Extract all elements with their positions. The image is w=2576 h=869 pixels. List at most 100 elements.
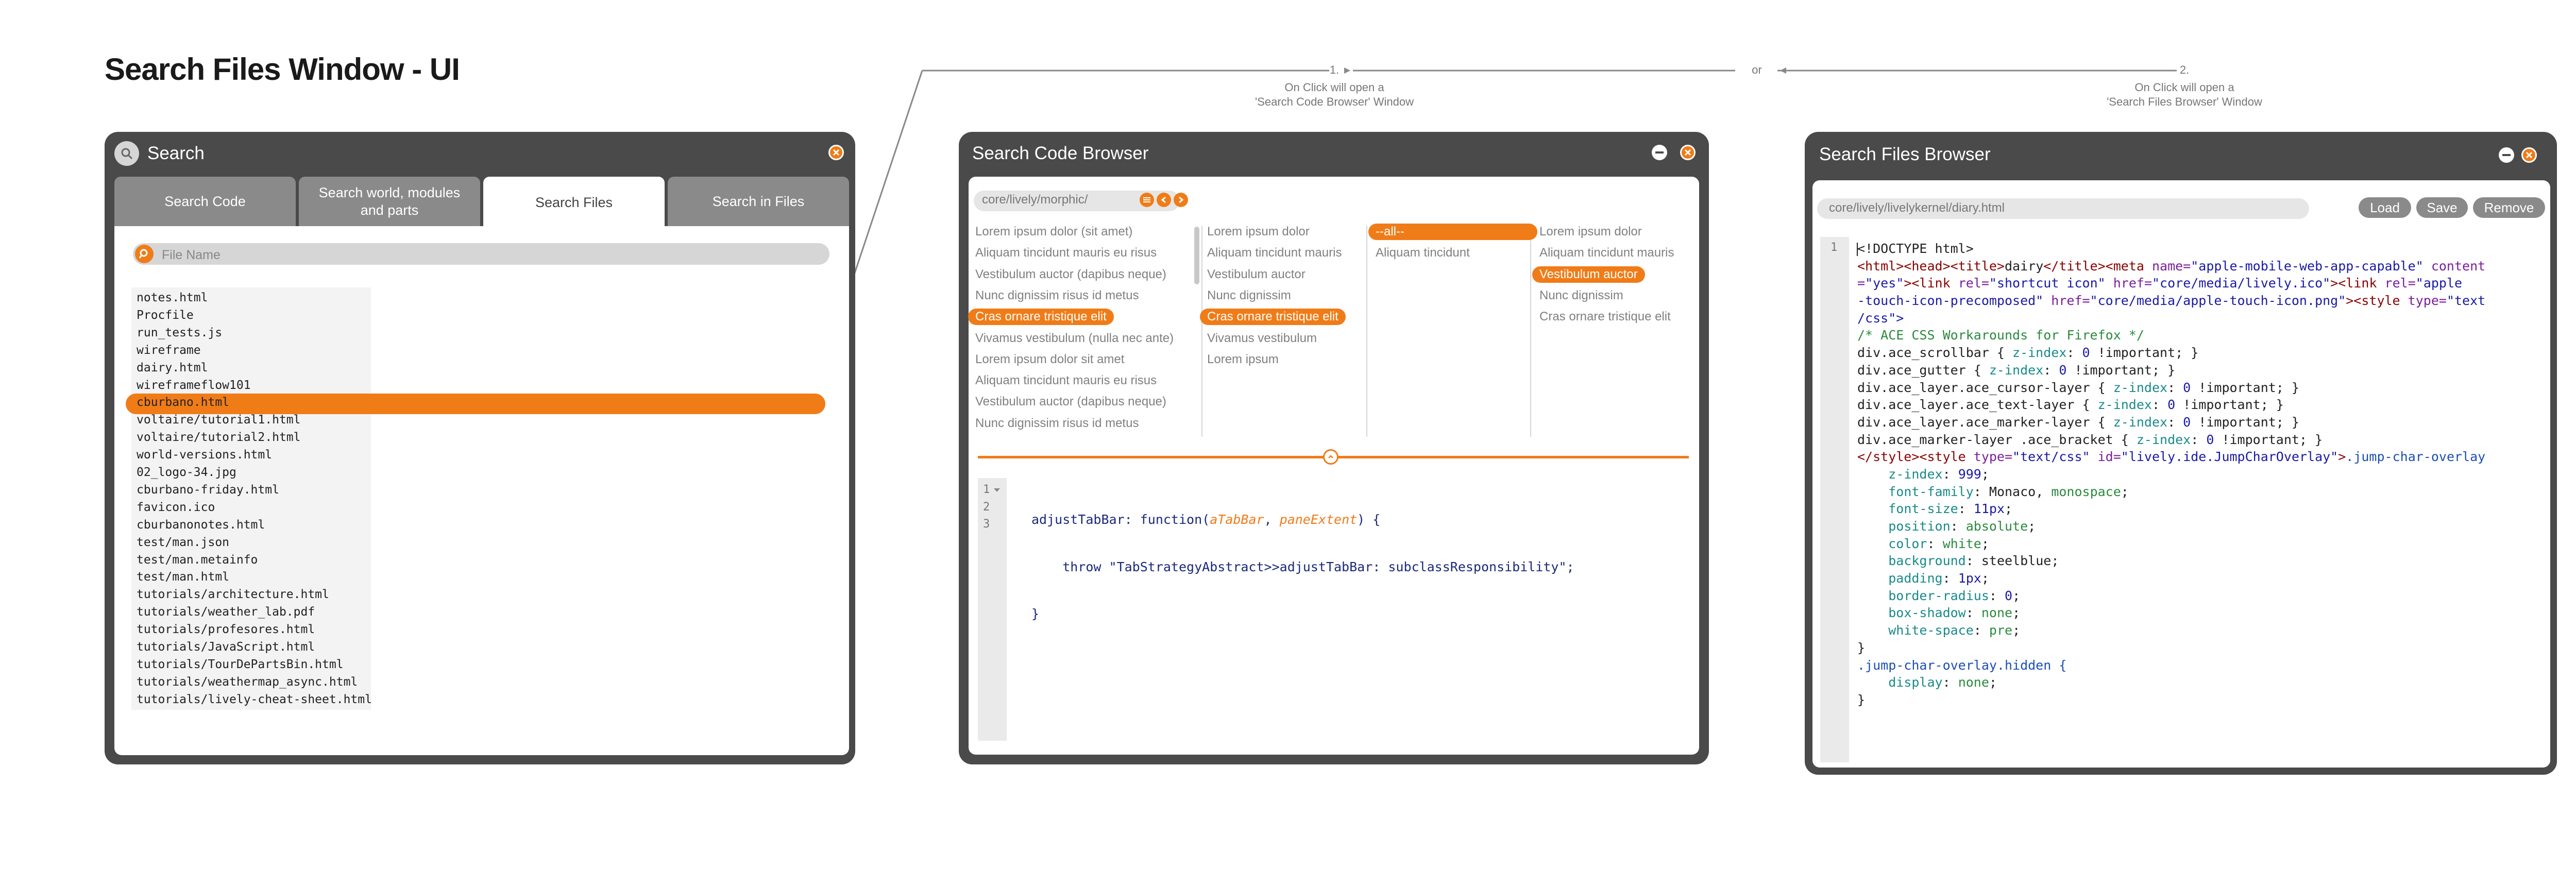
code-gutter-lines: 1 2 3 xyxy=(983,481,990,533)
pane-item[interactable]: Nunc dignissim xyxy=(1207,287,1291,304)
file-item[interactable]: tutorials/weathermap_async.html xyxy=(137,673,358,691)
file-item[interactable]: tutorials/weather_lab.pdf xyxy=(137,603,315,621)
code-browser-close-button[interactable] xyxy=(1680,145,1696,160)
pane-item[interactable]: Aliquam tincidunt xyxy=(1376,245,1470,261)
file-item[interactable]: wireframeflow101 xyxy=(137,377,251,394)
pane-resize-handle[interactable] xyxy=(1323,449,1338,465)
tab-search-in-files[interactable]: Search in Files xyxy=(668,177,849,226)
file-item[interactable]: 02_logo-34.jpg xyxy=(137,464,236,481)
file-item[interactable]: test/man.json xyxy=(137,534,229,551)
pane-item[interactable]: Vestibulum auctor xyxy=(1207,266,1306,283)
tab-search-code[interactable]: Search Code xyxy=(114,177,296,226)
code-token: display xyxy=(1888,675,1943,690)
file-item[interactable]: test/man.metainfo xyxy=(137,551,258,569)
files-browser-close-button[interactable] xyxy=(2521,147,2537,163)
pane-item-selected[interactable]: Cras ornare tristique elit xyxy=(968,309,1114,326)
code-token: "core/media/lively.ico" xyxy=(2152,276,2331,291)
pane-item[interactable]: Lorem ipsum dolor (sit amet) xyxy=(975,224,1132,240)
file-item[interactable]: tutorials/lively-cheat-sheet.html xyxy=(137,691,372,708)
file-editor[interactable]: <!DOCTYPE html> <html><head><title>dairy… xyxy=(1857,240,2485,709)
pane-item[interactable]: Vivamus vestibulum xyxy=(1207,330,1317,347)
pane-item[interactable]: Aliquam tincidunt mauris xyxy=(1207,245,1342,261)
close-icon xyxy=(833,149,840,156)
file-item[interactable]: voltaire/tutorial1.html xyxy=(137,411,301,429)
pane-item[interactable]: Lorem ipsum dolor sit amet xyxy=(975,351,1124,368)
file-item[interactable]: voltaire/tutorial2.html xyxy=(137,429,301,446)
pane-item[interactable]: Nunc dignissim risus id metus xyxy=(975,287,1139,304)
file-item[interactable]: run_tests.js xyxy=(137,324,222,342)
code-token: ><link xyxy=(1904,276,1958,291)
pane-item[interactable]: Vestibulum auctor (dapibus neque) xyxy=(975,394,1166,410)
search-window-icon xyxy=(114,141,139,166)
code-token: { xyxy=(1989,345,2013,361)
files-browser-minimize-button[interactable] xyxy=(2499,147,2514,163)
pane-item[interactable]: Nunc dignissim risus id metus xyxy=(975,415,1139,432)
file-item[interactable]: dairy.html xyxy=(137,359,208,377)
code-token: type= xyxy=(1973,449,2013,465)
code-token: white xyxy=(1942,536,1981,551)
file-item[interactable]: tutorials/TourDePartsBin.html xyxy=(137,656,344,673)
file-item[interactable]: notes.html xyxy=(137,289,208,306)
code-token: = xyxy=(1857,276,1866,291)
pane-item[interactable]: Lorem ipsum dolor xyxy=(1539,224,1642,240)
file-item[interactable]: test/man.html xyxy=(137,568,229,586)
code-path-menu-button[interactable] xyxy=(1140,193,1154,207)
code-line: /css"> xyxy=(1857,310,1904,326)
remove-button[interactable]: Remove xyxy=(2473,197,2545,218)
code-token: { xyxy=(2090,380,2113,395)
load-button[interactable]: Load xyxy=(2359,197,2411,218)
code-token: z-index xyxy=(2113,380,2168,395)
file-item[interactable]: tutorials/profesores.html xyxy=(137,621,315,638)
code-path-text[interactable]: core/lively/morphic/ xyxy=(982,193,1088,207)
code-token: z-index xyxy=(1888,466,1943,482)
pane-item[interactable]: Lorem ipsum xyxy=(1207,351,1279,368)
code-token: ><style xyxy=(2346,293,2408,309)
save-button[interactable]: Save xyxy=(2416,197,2468,218)
file-item[interactable]: cburbano-friday.html xyxy=(137,481,279,499)
code-path-forward-button[interactable] xyxy=(1174,193,1188,207)
text-cursor xyxy=(1857,243,1858,256)
tab-search-world[interactable]: Search world, modules and parts xyxy=(299,177,480,226)
code-token: "shortcut icon" xyxy=(1989,276,2106,291)
pane-item-selected[interactable]: --all-- xyxy=(1368,224,1537,240)
code-token: div.ace_gutter xyxy=(1857,362,1966,378)
code-browser-minimize-button[interactable] xyxy=(1652,145,1667,160)
pane-item[interactable]: Aliquam tincidunt mauris eu risus xyxy=(975,245,1157,261)
file-path-text[interactable]: core/lively/livelykernel/diary.html xyxy=(1829,201,2005,215)
tab-search-files[interactable]: Search Files xyxy=(483,177,665,228)
pane-item-selected[interactable]: Vestibulum auctor xyxy=(1532,266,1645,283)
pane-item[interactable]: Vestibulum auctor (dapibus neque) xyxy=(975,266,1166,283)
code-line: } xyxy=(1857,640,1866,655)
pane-item[interactable]: Lorem ipsum dolor xyxy=(1207,224,1310,240)
code-token: font-size xyxy=(1888,501,1958,517)
file-item[interactable]: world-versions.html xyxy=(137,446,272,464)
pane1-scrollbar[interactable] xyxy=(1194,227,1199,284)
file-item[interactable]: cburbanonotes.html xyxy=(137,516,265,534)
file-item[interactable]: favicon.ico xyxy=(137,499,215,516)
search-icon[interactable] xyxy=(135,245,154,263)
pane-item-selected[interactable]: Cras ornare tristique elit xyxy=(1200,309,1346,326)
files-browser-title: Search Files Browser xyxy=(1819,144,1991,164)
file-item[interactable]: Procfile xyxy=(137,306,194,324)
pane-item[interactable]: Nunc dignissim xyxy=(1539,287,1623,304)
code-token: "core/media/apple-touch-icon.png" xyxy=(2090,293,2346,309)
menu-icon xyxy=(1143,197,1150,202)
file-item[interactable]: tutorials/JavaScript.html xyxy=(137,638,315,656)
file-name-input[interactable] xyxy=(161,245,822,265)
fold-arrow-icon[interactable] xyxy=(994,488,1000,492)
search-window-close-button[interactable] xyxy=(828,145,844,160)
pane-item[interactable]: Aliquam tincidunt mauris xyxy=(1539,245,1674,261)
code-token: 0 xyxy=(2059,362,2067,378)
annotation-or: or xyxy=(1752,63,1762,76)
code-path-back-button[interactable] xyxy=(1157,193,1171,207)
pane-item[interactable]: Aliquam tincidunt mauris eu risus xyxy=(975,372,1157,389)
file-item-selected[interactable]: cburbano.html xyxy=(137,394,229,411)
pane-item[interactable]: Vivamus vestibulum (nulla nec ante) xyxy=(975,330,1174,347)
code-token: aTabBar xyxy=(1210,512,1264,527)
code-token: dairy xyxy=(2004,258,2044,274)
pane-item[interactable]: Cras ornare tristique elit xyxy=(1539,309,1671,325)
code-editor[interactable]: adjustTabBar: function(aTabBar, paneExte… xyxy=(1031,481,1574,638)
file-item[interactable]: tutorials/architecture.html xyxy=(137,586,329,603)
file-item[interactable]: wireframe xyxy=(137,342,201,359)
code-token: href= xyxy=(2043,293,2090,309)
